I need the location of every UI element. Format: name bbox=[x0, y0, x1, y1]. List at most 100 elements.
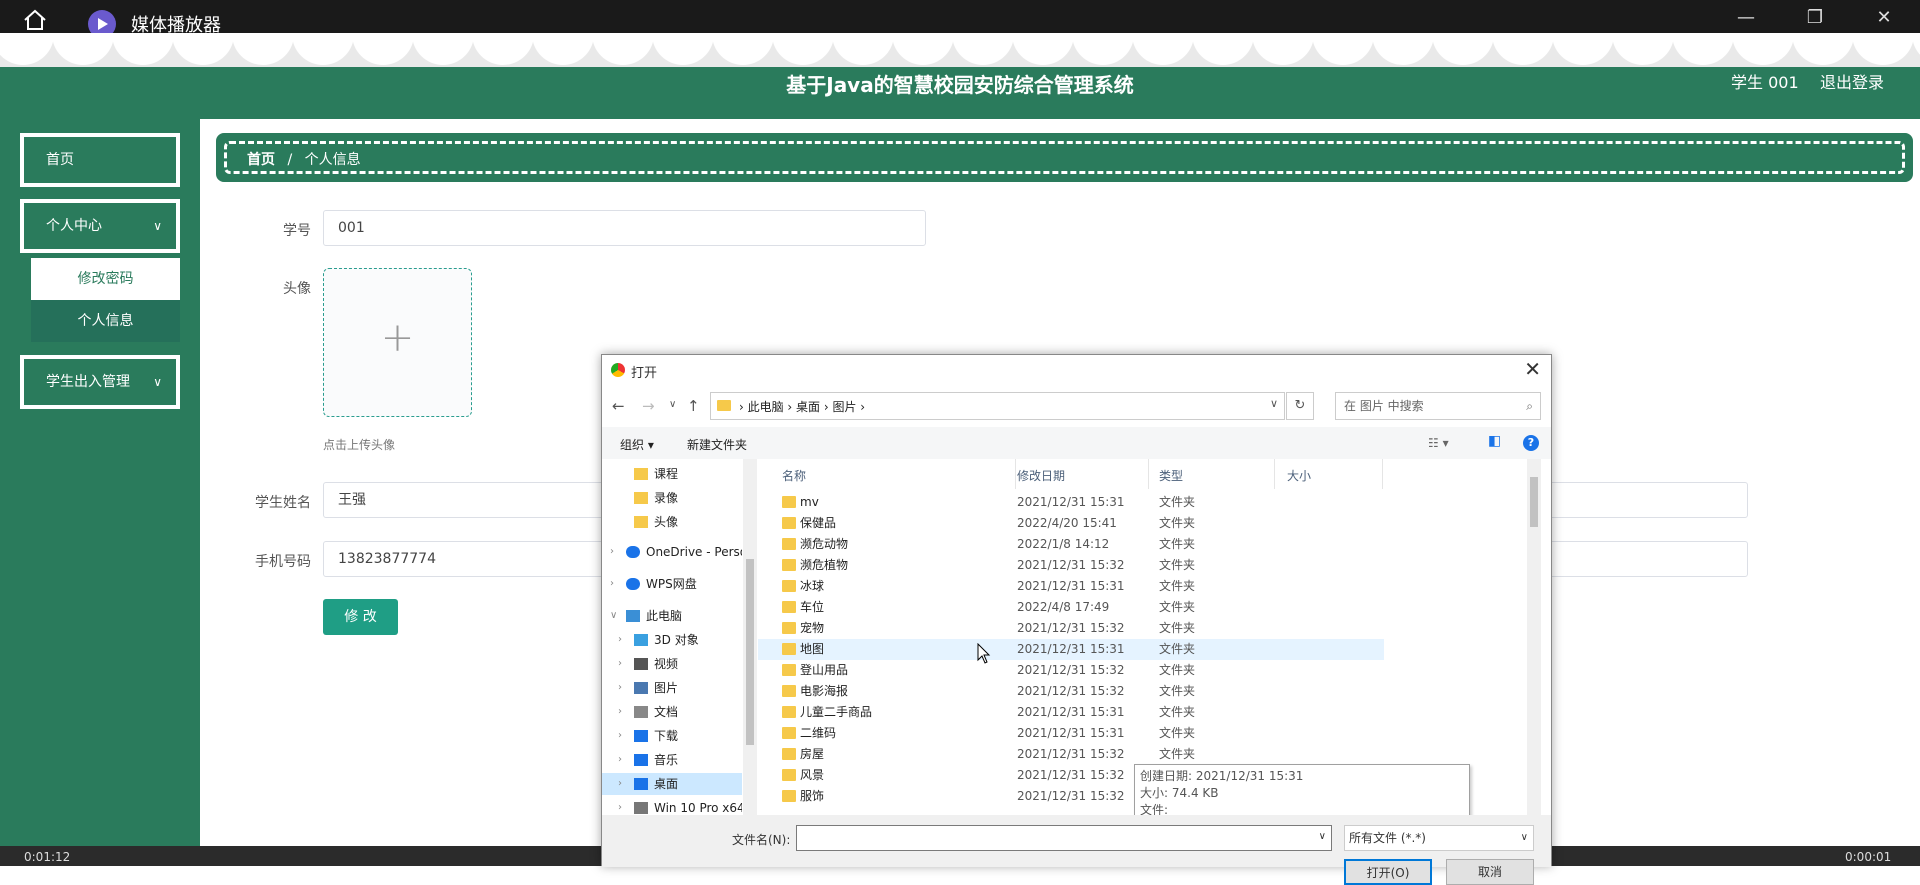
restore-button[interactable]: ❐ bbox=[1800, 6, 1830, 30]
chevron-right-icon[interactable]: › bbox=[618, 629, 622, 651]
scrollbar-thumb[interactable] bbox=[1530, 477, 1538, 527]
scallop-shape bbox=[232, 33, 294, 65]
chevron-right-icon[interactable]: › bbox=[618, 725, 622, 747]
tree-item[interactable]: › 3D 对象 bbox=[602, 629, 742, 651]
chevron-down-icon[interactable]: ∨ bbox=[1319, 831, 1326, 842]
dialog-close-button[interactable]: ✕ bbox=[1524, 357, 1541, 381]
filename-input[interactable]: ∨ bbox=[796, 825, 1332, 851]
scallop-shape bbox=[1132, 33, 1194, 65]
column-name[interactable]: 名称 bbox=[782, 467, 806, 484]
plus-icon: + bbox=[380, 315, 415, 361]
close-button[interactable]: ✕ bbox=[1869, 6, 1899, 30]
navigation-scrollbar[interactable] bbox=[743, 459, 757, 815]
forward-arrow-icon[interactable]: → bbox=[642, 397, 655, 415]
tree-item-label: 头像 bbox=[654, 515, 679, 529]
chevron-right-icon[interactable]: › bbox=[618, 653, 622, 675]
computer-icon bbox=[626, 610, 640, 622]
view-options-icon[interactable]: ☷ ▾ bbox=[1428, 436, 1449, 450]
chevron-right-icon[interactable]: › bbox=[618, 773, 622, 795]
file-row[interactable]: 濒危动物 2022/1/8 14:12 文件夹 bbox=[758, 534, 1384, 555]
tree-item[interactable]: 课程 bbox=[602, 463, 742, 485]
chevron-down-icon[interactable]: ∨ bbox=[610, 605, 617, 627]
scallop-shape bbox=[412, 33, 474, 65]
tree-item[interactable]: › 文档 bbox=[602, 701, 742, 723]
tree-item[interactable]: 录像 bbox=[602, 487, 742, 509]
sidebar-item-home[interactable]: 首页 bbox=[20, 133, 180, 187]
file-row[interactable]: 二维码 2021/12/31 15:31 文件夹 bbox=[758, 723, 1384, 744]
file-row[interactable]: 保健品 2022/4/20 15:41 文件夹 bbox=[758, 513, 1384, 534]
avatar-upload[interactable]: + bbox=[323, 268, 472, 417]
refresh-button[interactable]: ↻ bbox=[1286, 392, 1314, 420]
cancel-button[interactable]: 取消 bbox=[1446, 859, 1534, 885]
cloud-icon bbox=[626, 546, 640, 558]
tree-item[interactable]: › 音乐 bbox=[602, 749, 742, 771]
file-row[interactable]: 登山用品 2021/12/31 15:32 文件夹 bbox=[758, 660, 1384, 681]
scallop-shape bbox=[892, 33, 954, 65]
tree-item[interactable]: › 下载 bbox=[602, 725, 742, 747]
chevron-right-icon[interactable]: › bbox=[610, 541, 614, 563]
student-no-field[interactable]: 001 bbox=[323, 210, 926, 246]
file-row[interactable]: mv 2021/12/31 15:31 文件夹 bbox=[758, 492, 1384, 513]
chevron-right-icon[interactable]: › bbox=[618, 701, 622, 723]
chevron-down-icon[interactable]: ∨ bbox=[1270, 397, 1278, 410]
organize-button[interactable]: 组织 ▾ bbox=[620, 436, 654, 453]
chevron-right-icon[interactable]: › bbox=[618, 677, 622, 699]
sidebar-item-student-access[interactable]: 学生出入管理 ∨ bbox=[20, 355, 180, 409]
search-input[interactable]: 在 图片 中搜索 ⌕ bbox=[1335, 392, 1541, 420]
column-size[interactable]: 大小 bbox=[1287, 467, 1311, 484]
scallop-shape bbox=[652, 33, 714, 65]
modify-button[interactable]: 修 改 bbox=[323, 599, 398, 635]
file-row[interactable]: 濒危植物 2021/12/31 15:32 文件夹 bbox=[758, 555, 1384, 576]
file-date: 2022/4/8 17:49 bbox=[1017, 600, 1110, 614]
file-row[interactable]: 儿童二手商品 2021/12/31 15:31 文件夹 bbox=[758, 702, 1384, 723]
scrollbar-thumb[interactable] bbox=[746, 559, 754, 745]
chevron-right-icon[interactable]: › bbox=[618, 749, 622, 771]
logout-link[interactable]: 退出登录 bbox=[1820, 69, 1884, 93]
sidebar-item-change-password[interactable]: 修改密码 bbox=[31, 258, 180, 300]
file-date: 2021/12/31 15:32 bbox=[1017, 621, 1125, 635]
help-icon[interactable]: ? bbox=[1523, 435, 1539, 451]
file-row[interactable]: 电影海报 2021/12/31 15:32 文件夹 bbox=[758, 681, 1384, 702]
up-arrow-icon[interactable]: ↑ bbox=[687, 397, 700, 415]
sidebar-item-personal-info[interactable]: 个人信息 bbox=[31, 300, 180, 342]
tree-item[interactable]: › OneDrive - Perso bbox=[602, 541, 742, 563]
breadcrumb-home[interactable]: 首页 bbox=[247, 152, 275, 168]
tooltip-size: 大小: 74.4 KB bbox=[1140, 786, 1219, 800]
scallop-shape bbox=[832, 33, 894, 65]
tree-item[interactable]: › 图片 bbox=[602, 677, 742, 699]
file-row[interactable]: 车位 2022/4/8 17:49 文件夹 bbox=[758, 597, 1384, 618]
current-user[interactable]: 学生 001 bbox=[1731, 69, 1799, 93]
chevron-right-icon[interactable]: › bbox=[610, 573, 614, 595]
tree-item[interactable]: 头像 bbox=[602, 511, 742, 533]
open-button[interactable]: 打开(O) bbox=[1344, 859, 1432, 885]
filetype-select[interactable]: 所有文件 (*.*) ∨ bbox=[1344, 825, 1534, 851]
scallop-shape bbox=[1672, 33, 1734, 65]
student-no-label: 学号 bbox=[283, 223, 311, 239]
home-icon[interactable] bbox=[20, 8, 50, 32]
file-date: 2021/12/31 15:32 bbox=[1017, 684, 1125, 698]
preview-pane-icon[interactable]: ◧ bbox=[1488, 433, 1501, 449]
chevron-right-icon[interactable]: › bbox=[618, 797, 622, 815]
search-placeholder: 在 图片 中搜索 bbox=[1344, 399, 1424, 413]
column-date[interactable]: 修改日期 bbox=[1017, 467, 1065, 484]
download-icon bbox=[634, 730, 648, 742]
file-row[interactable]: 房屋 2021/12/31 15:32 文件夹 bbox=[758, 744, 1384, 765]
new-folder-button[interactable]: 新建文件夹 bbox=[687, 436, 747, 453]
tree-item[interactable]: › WPS网盘 bbox=[602, 573, 742, 595]
folder-icon bbox=[782, 790, 796, 802]
file-row[interactable]: 地图 2021/12/31 15:31 文件夹 bbox=[758, 639, 1384, 660]
tree-item[interactable]: › 桌面 bbox=[602, 773, 742, 795]
file-list-scrollbar[interactable] bbox=[1527, 459, 1541, 815]
tree-item[interactable]: › Win 10 Pro x64 bbox=[602, 797, 742, 815]
scallop-shape bbox=[1852, 33, 1914, 65]
tree-item[interactable]: › 视频 bbox=[602, 653, 742, 675]
address-bar[interactable]: › 此电脑 › 桌面 › 图片 › ∨ bbox=[710, 392, 1285, 420]
file-row[interactable]: 冰球 2021/12/31 15:31 文件夹 bbox=[758, 576, 1384, 597]
sidebar-item-personal-center[interactable]: 个人中心 ∨ bbox=[20, 199, 180, 253]
back-arrow-icon[interactable]: ← bbox=[612, 397, 625, 415]
recent-locations-icon[interactable]: ∨ bbox=[669, 399, 676, 410]
file-row[interactable]: 宠物 2021/12/31 15:32 文件夹 bbox=[758, 618, 1384, 639]
column-type[interactable]: 类型 bbox=[1159, 467, 1183, 484]
tree-item[interactable]: ∨ 此电脑 bbox=[602, 605, 742, 627]
minimize-button[interactable]: — bbox=[1731, 6, 1761, 30]
